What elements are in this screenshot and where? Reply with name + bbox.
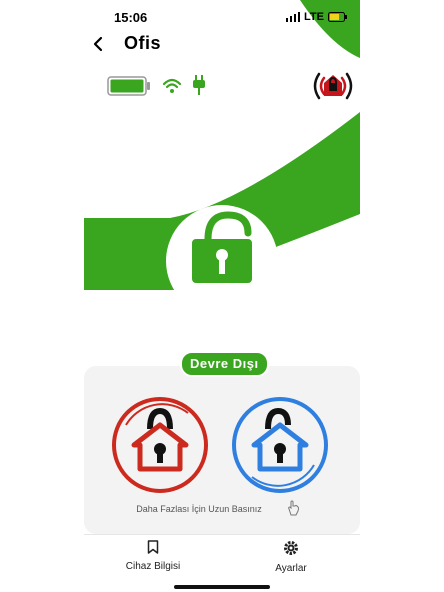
nav-divider [84,534,360,535]
bookmark-icon [147,540,159,554]
page-title: Ofis [124,33,162,53]
status-time: 15:06 [114,10,148,25]
back-button[interactable] [90,33,108,55]
gear-icon [284,541,298,555]
status-badge: Devre Dışı [180,351,269,377]
unlocked-padlock-icon [166,205,278,317]
tab-settings[interactable]: Ayarlar [246,540,336,574]
disarm-button[interactable] [230,395,330,495]
tab-settings-label: Ayarlar [275,563,307,574]
tab-device-info[interactable]: Cihaz Bilgisi [108,540,198,572]
home-indicator [174,585,270,589]
status-bar-right: LTE [286,11,348,23]
plug-icon [193,75,205,95]
long-press-hint: Daha Fazlası İçin Uzun Basınız [136,504,262,514]
alarm-button[interactable] [309,69,357,103]
signal-icon [286,12,300,22]
status-battery-icon [327,12,347,22]
battery-icon [107,76,150,96]
wifi-icon [162,78,182,93]
hand-tap-icon [288,500,299,516]
network-label: LTE [304,11,324,23]
arm-button[interactable] [110,395,210,495]
tab-device-info-label: Cihaz Bilgisi [125,561,181,572]
